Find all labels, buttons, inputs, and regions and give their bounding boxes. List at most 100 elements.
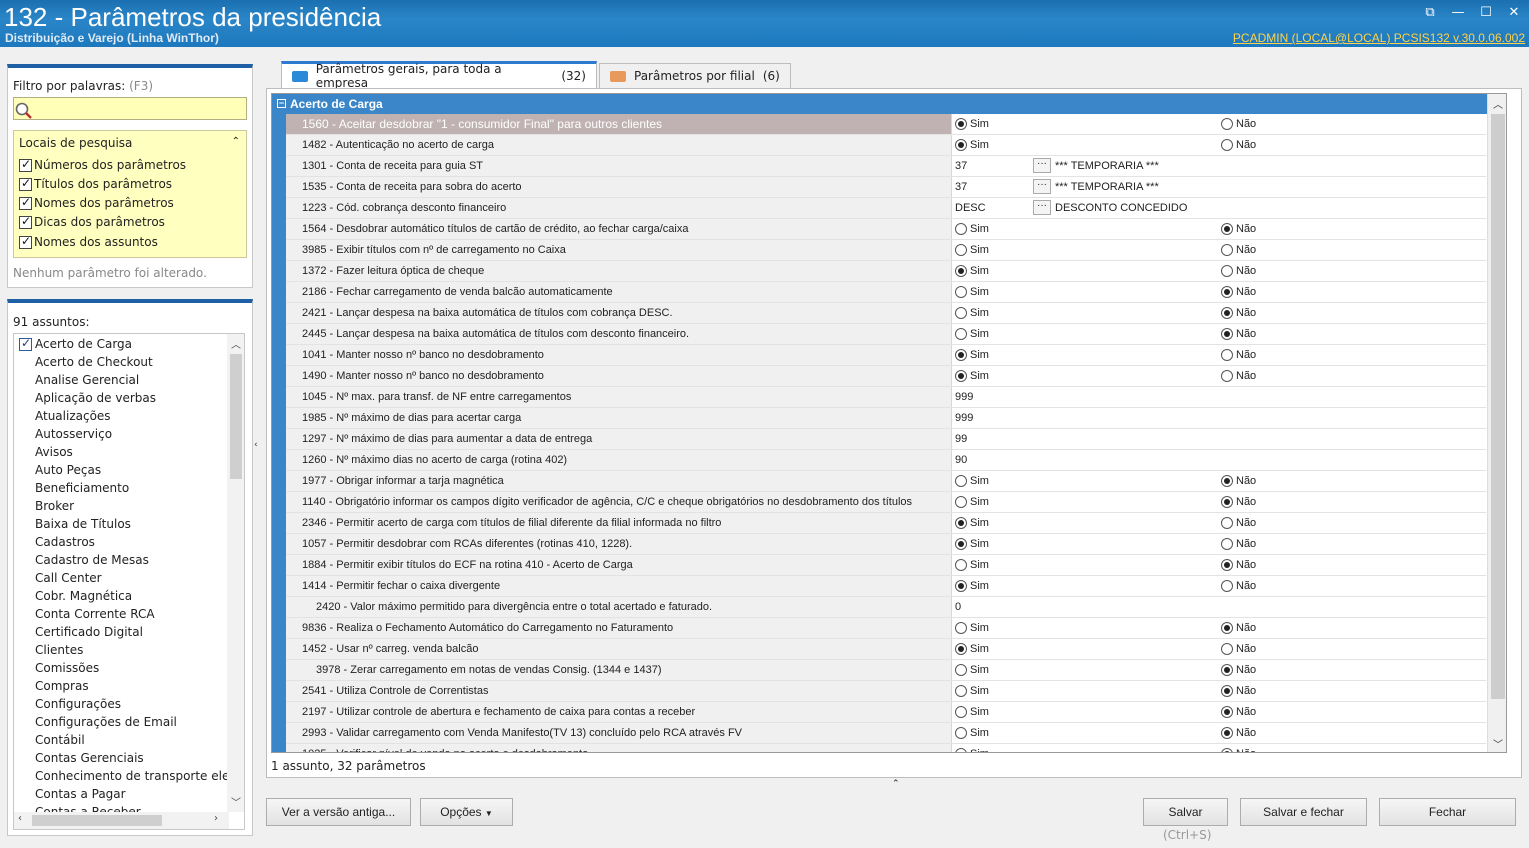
radio-button-icon[interactable] <box>1221 622 1233 634</box>
radio-yes[interactable]: Sim <box>955 559 989 571</box>
radio-no[interactable]: Não <box>1221 748 1256 752</box>
option-param-tips[interactable]: Dicas dos parâmetros <box>19 214 165 229</box>
scroll-left-icon[interactable]: ‹ <box>18 813 22 824</box>
minimize-icon[interactable]: — <box>1449 6 1467 20</box>
subject-item[interactable]: Atualizações <box>35 409 111 423</box>
radio-button-icon[interactable] <box>955 622 967 634</box>
option-subject-names[interactable]: Nomes dos assuntos <box>19 234 158 249</box>
param-row[interactable]: 1564 - Desdobrar automático títulos de c… <box>286 219 1486 240</box>
bottom-splitter-handle[interactable]: ⌃ <box>706 779 1084 789</box>
radio-no[interactable]: Não <box>1221 307 1256 319</box>
radio-button-icon[interactable] <box>1221 517 1233 529</box>
radio-no[interactable]: Não <box>1221 223 1256 235</box>
radio-button-icon[interactable] <box>955 538 967 550</box>
param-value[interactable]: Sim Não <box>953 555 1486 575</box>
checkbox-icon[interactable] <box>19 214 32 229</box>
radio-button-icon[interactable] <box>1221 475 1233 487</box>
checkbox-icon[interactable] <box>19 336 32 351</box>
subject-item[interactable]: Compras <box>35 679 89 693</box>
param-value[interactable]: Sim Não <box>953 135 1486 155</box>
option-param-numbers[interactable]: Números dos parâmetros <box>19 157 186 172</box>
param-value[interactable]: Sim Não <box>953 723 1486 743</box>
param-value[interactable]: Sim Não <box>953 513 1486 533</box>
radio-button-icon[interactable] <box>955 244 967 256</box>
value-field[interactable]: 90 <box>955 450 967 470</box>
radio-yes[interactable]: Sim <box>955 727 989 739</box>
radio-button-icon[interactable] <box>955 727 967 739</box>
checkbox-icon[interactable] <box>19 176 32 191</box>
param-row[interactable]: 1452 - Usar nº carreg. venda balcão Sim Nã… <box>286 639 1486 660</box>
radio-yes[interactable]: Sim <box>955 139 989 151</box>
radio-no[interactable]: Não <box>1221 349 1256 361</box>
param-value[interactable]: DESC ··· DESCONTO CONCEDIDO <box>953 198 1486 218</box>
param-row[interactable]: 1985 - Nº máximo de dias para acertar ca… <box>286 408 1486 429</box>
param-value[interactable]: 37 ··· *** TEMPORARIA *** <box>953 156 1486 176</box>
param-value[interactable]: Sim Não <box>953 534 1486 554</box>
param-row[interactable]: 1260 - Nº máximo dias no acerto de carga… <box>286 450 1486 471</box>
radio-yes[interactable]: Sim <box>955 286 989 298</box>
param-row[interactable]: 1057 - Permitir desdobrar com RCAs difer… <box>286 534 1486 555</box>
scroll-down-icon[interactable]: ﹀ <box>1493 736 1503 751</box>
close-button[interactable]: Fechar <box>1379 798 1516 826</box>
param-value[interactable]: Sim Não <box>953 618 1486 638</box>
param-row[interactable]: 1223 - Cód. cobrança desconto financeiro… <box>286 198 1486 219</box>
param-value[interactable]: Sim Não <box>953 366 1486 386</box>
group-header[interactable]: − Acerto de Carga <box>272 94 1506 114</box>
radio-no[interactable]: Não <box>1221 328 1256 340</box>
radio-button-icon[interactable] <box>955 496 967 508</box>
radio-button-icon[interactable] <box>955 580 967 592</box>
radio-no[interactable]: Não <box>1221 538 1256 550</box>
param-row[interactable]: 3985 - Exibir títulos com nº de carregam… <box>286 240 1486 261</box>
radio-button-icon[interactable] <box>955 706 967 718</box>
radio-no[interactable]: Não <box>1221 475 1256 487</box>
radio-yes[interactable]: Sim <box>955 328 989 340</box>
radio-button-icon[interactable] <box>1221 748 1233 752</box>
value-field[interactable]: 999 <box>955 387 973 407</box>
radio-yes[interactable]: Sim <box>955 748 989 752</box>
tab-branch-params[interactable]: Parâmetros por filial (6) <box>599 63 791 88</box>
radio-no[interactable]: Não <box>1221 517 1256 529</box>
subject-item[interactable]: Baixa de Títulos <box>35 517 131 531</box>
subject-item[interactable]: Analise Gerencial <box>35 373 139 387</box>
param-value[interactable]: Sim Não <box>953 681 1486 701</box>
param-value[interactable]: Sim Não <box>953 114 1486 134</box>
radio-yes[interactable]: Sim <box>955 307 989 319</box>
subject-item[interactable]: Auto Peças <box>35 463 101 477</box>
radio-button-icon[interactable] <box>955 286 967 298</box>
radio-button-icon[interactable] <box>1221 727 1233 739</box>
subject-item[interactable]: Aplicação de verbas <box>35 391 156 405</box>
subject-item[interactable]: Contábil <box>35 733 85 747</box>
param-value[interactable]: Sim Não <box>953 639 1486 659</box>
param-row[interactable]: 2197 - Utilizar controle de abertura e f… <box>286 702 1486 723</box>
param-row[interactable]: 2420 - Valor máximo permitido para diver… <box>286 597 1486 618</box>
radio-yes[interactable]: Sim <box>955 265 989 277</box>
subject-item[interactable]: Acerto de Checkout <box>35 355 153 369</box>
radio-yes[interactable]: Sim <box>955 496 989 508</box>
param-row[interactable]: 2186 - Fechar carregamento de venda balc… <box>286 282 1486 303</box>
subject-item[interactable]: Contas a Pagar <box>35 787 126 801</box>
radio-button-icon[interactable] <box>1221 370 1233 382</box>
radio-no[interactable]: Não <box>1221 244 1256 256</box>
scroll-up-icon[interactable]: ︿ <box>1493 96 1503 111</box>
value-field[interactable]: 999 <box>955 408 973 428</box>
param-row[interactable]: 2346 - Permitir acerto de carga com títu… <box>286 513 1486 534</box>
subject-item[interactable]: Contas Gerenciais <box>35 751 144 765</box>
value-field[interactable]: 0 <box>955 597 961 617</box>
radio-yes[interactable]: Sim <box>955 685 989 697</box>
radio-button-icon[interactable] <box>955 748 967 752</box>
radio-yes[interactable]: Sim <box>955 370 989 382</box>
radio-button-icon[interactable] <box>955 685 967 697</box>
subject-item[interactable]: Cadastros <box>35 535 95 549</box>
param-row[interactable]: 1482 - Autenticação no acerto de carga Si… <box>286 135 1486 156</box>
old-version-button[interactable]: Ver a versão antiga... <box>266 798 411 826</box>
subject-item[interactable]: Call Center <box>35 571 102 585</box>
radio-yes[interactable]: Sim <box>955 643 989 655</box>
radio-button-icon[interactable] <box>1221 223 1233 235</box>
param-value[interactable]: Sim Não <box>953 576 1486 596</box>
param-value[interactable]: 999 <box>953 408 1486 428</box>
radio-no[interactable]: Não <box>1221 139 1256 151</box>
subjects-horizontal-scrollbar[interactable]: ‹ › <box>14 812 229 829</box>
param-value[interactable]: 37 ··· *** TEMPORARIA *** <box>953 177 1486 197</box>
subject-item[interactable]: Cadastro de Mesas <box>35 553 149 567</box>
subject-item[interactable]: Configurações <box>35 697 121 711</box>
